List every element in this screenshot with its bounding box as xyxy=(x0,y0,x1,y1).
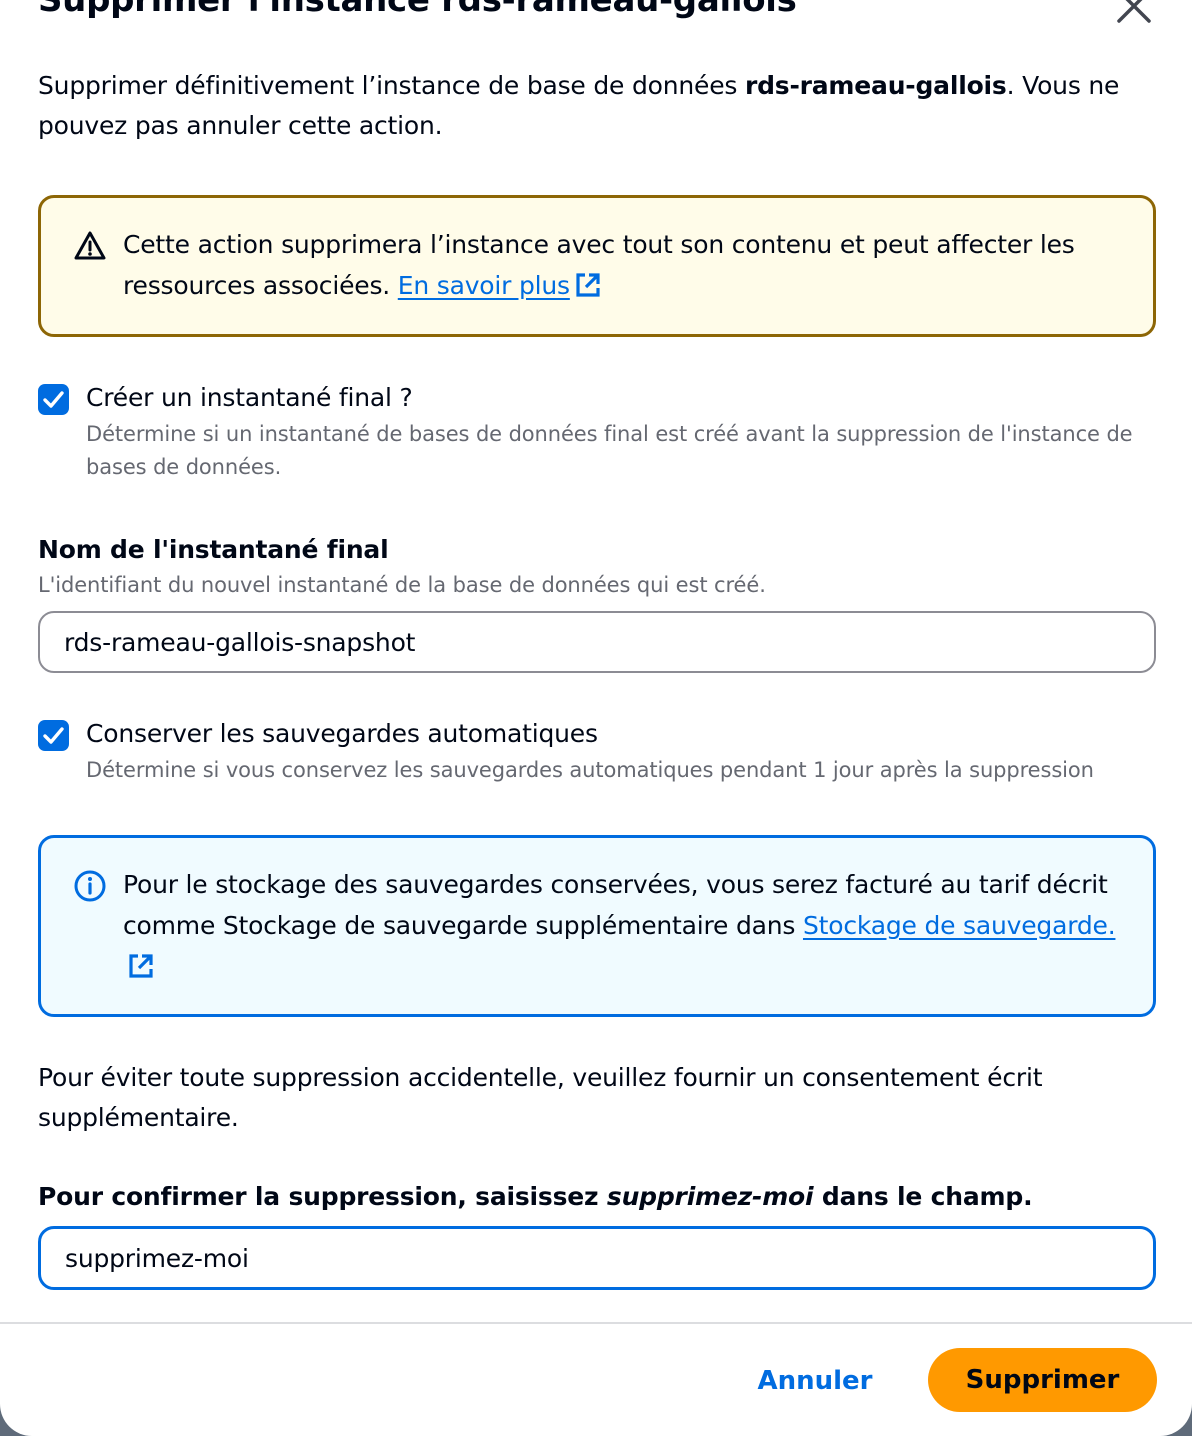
confirm-label: Pour confirmer la suppression, saisissez… xyxy=(38,1179,1033,1215)
close-icon xyxy=(1117,0,1151,23)
checkmark-icon xyxy=(43,727,64,744)
modal-intro: Supprimer définitivement l’instance de b… xyxy=(38,66,1158,146)
modal-title: Supprimer l'instance rds-rameau-gallois xyxy=(38,0,797,20)
close-button[interactable] xyxy=(1114,0,1154,26)
retain-backups-checkbox[interactable] xyxy=(38,720,69,751)
footer-divider xyxy=(0,1322,1192,1324)
backup-storage-label: Stockage de sauvegarde. xyxy=(802,911,1116,940)
delete-instance-modal: Supprimer l'instance rds-rameau-gallois … xyxy=(0,0,1192,1436)
confirm-keyword: supprimez-moi xyxy=(606,1182,814,1211)
intro-prefix: Supprimer définitivement l’instance de b… xyxy=(38,71,745,100)
warning-alert: Cette action supprimera l’instance avec … xyxy=(38,195,1156,337)
retain-backups-description: Détermine si vous conservez les sauvegar… xyxy=(86,758,1094,782)
intro-instance-name: rds-rameau-gallois xyxy=(744,71,1007,100)
confirm-label-prefix: Pour confirmer la suppression, saisissez xyxy=(38,1182,607,1211)
confirm-input[interactable] xyxy=(38,1226,1156,1290)
modal-header: Supprimer l'instance rds-rameau-gallois xyxy=(38,0,1154,23)
info-icon xyxy=(74,870,106,902)
learn-more-link[interactable]: En savoir plus xyxy=(398,271,602,300)
info-alert: Pour le stockage des sauvegardes conserv… xyxy=(38,835,1156,1017)
snapshot-name-label: Nom de l'instantané final xyxy=(38,535,389,564)
retain-backups-label: Conserver les sauvegardes automatiques xyxy=(86,719,598,748)
final-snapshot-checkbox[interactable] xyxy=(38,384,69,415)
cancel-button[interactable]: Annuler xyxy=(740,1350,890,1412)
checkmark-icon xyxy=(43,391,64,408)
final-snapshot-description: Détermine si un instantané de bases de d… xyxy=(86,422,1133,479)
external-link-icon xyxy=(129,954,153,978)
warning-icon xyxy=(74,231,106,260)
final-snapshot-label: Créer un instantané final ? xyxy=(86,383,413,412)
delete-button[interactable]: Supprimer xyxy=(928,1348,1157,1412)
external-link-icon xyxy=(576,273,600,297)
consent-text: Pour éviter toute suppression accidentel… xyxy=(38,1063,1043,1132)
snapshot-name-input[interactable] xyxy=(38,611,1156,673)
learn-more-label: En savoir plus xyxy=(397,271,570,300)
snapshot-name-description: L'identifiant du nouvel instantané de la… xyxy=(38,573,766,597)
confirm-label-suffix: dans le champ. xyxy=(813,1182,1033,1211)
